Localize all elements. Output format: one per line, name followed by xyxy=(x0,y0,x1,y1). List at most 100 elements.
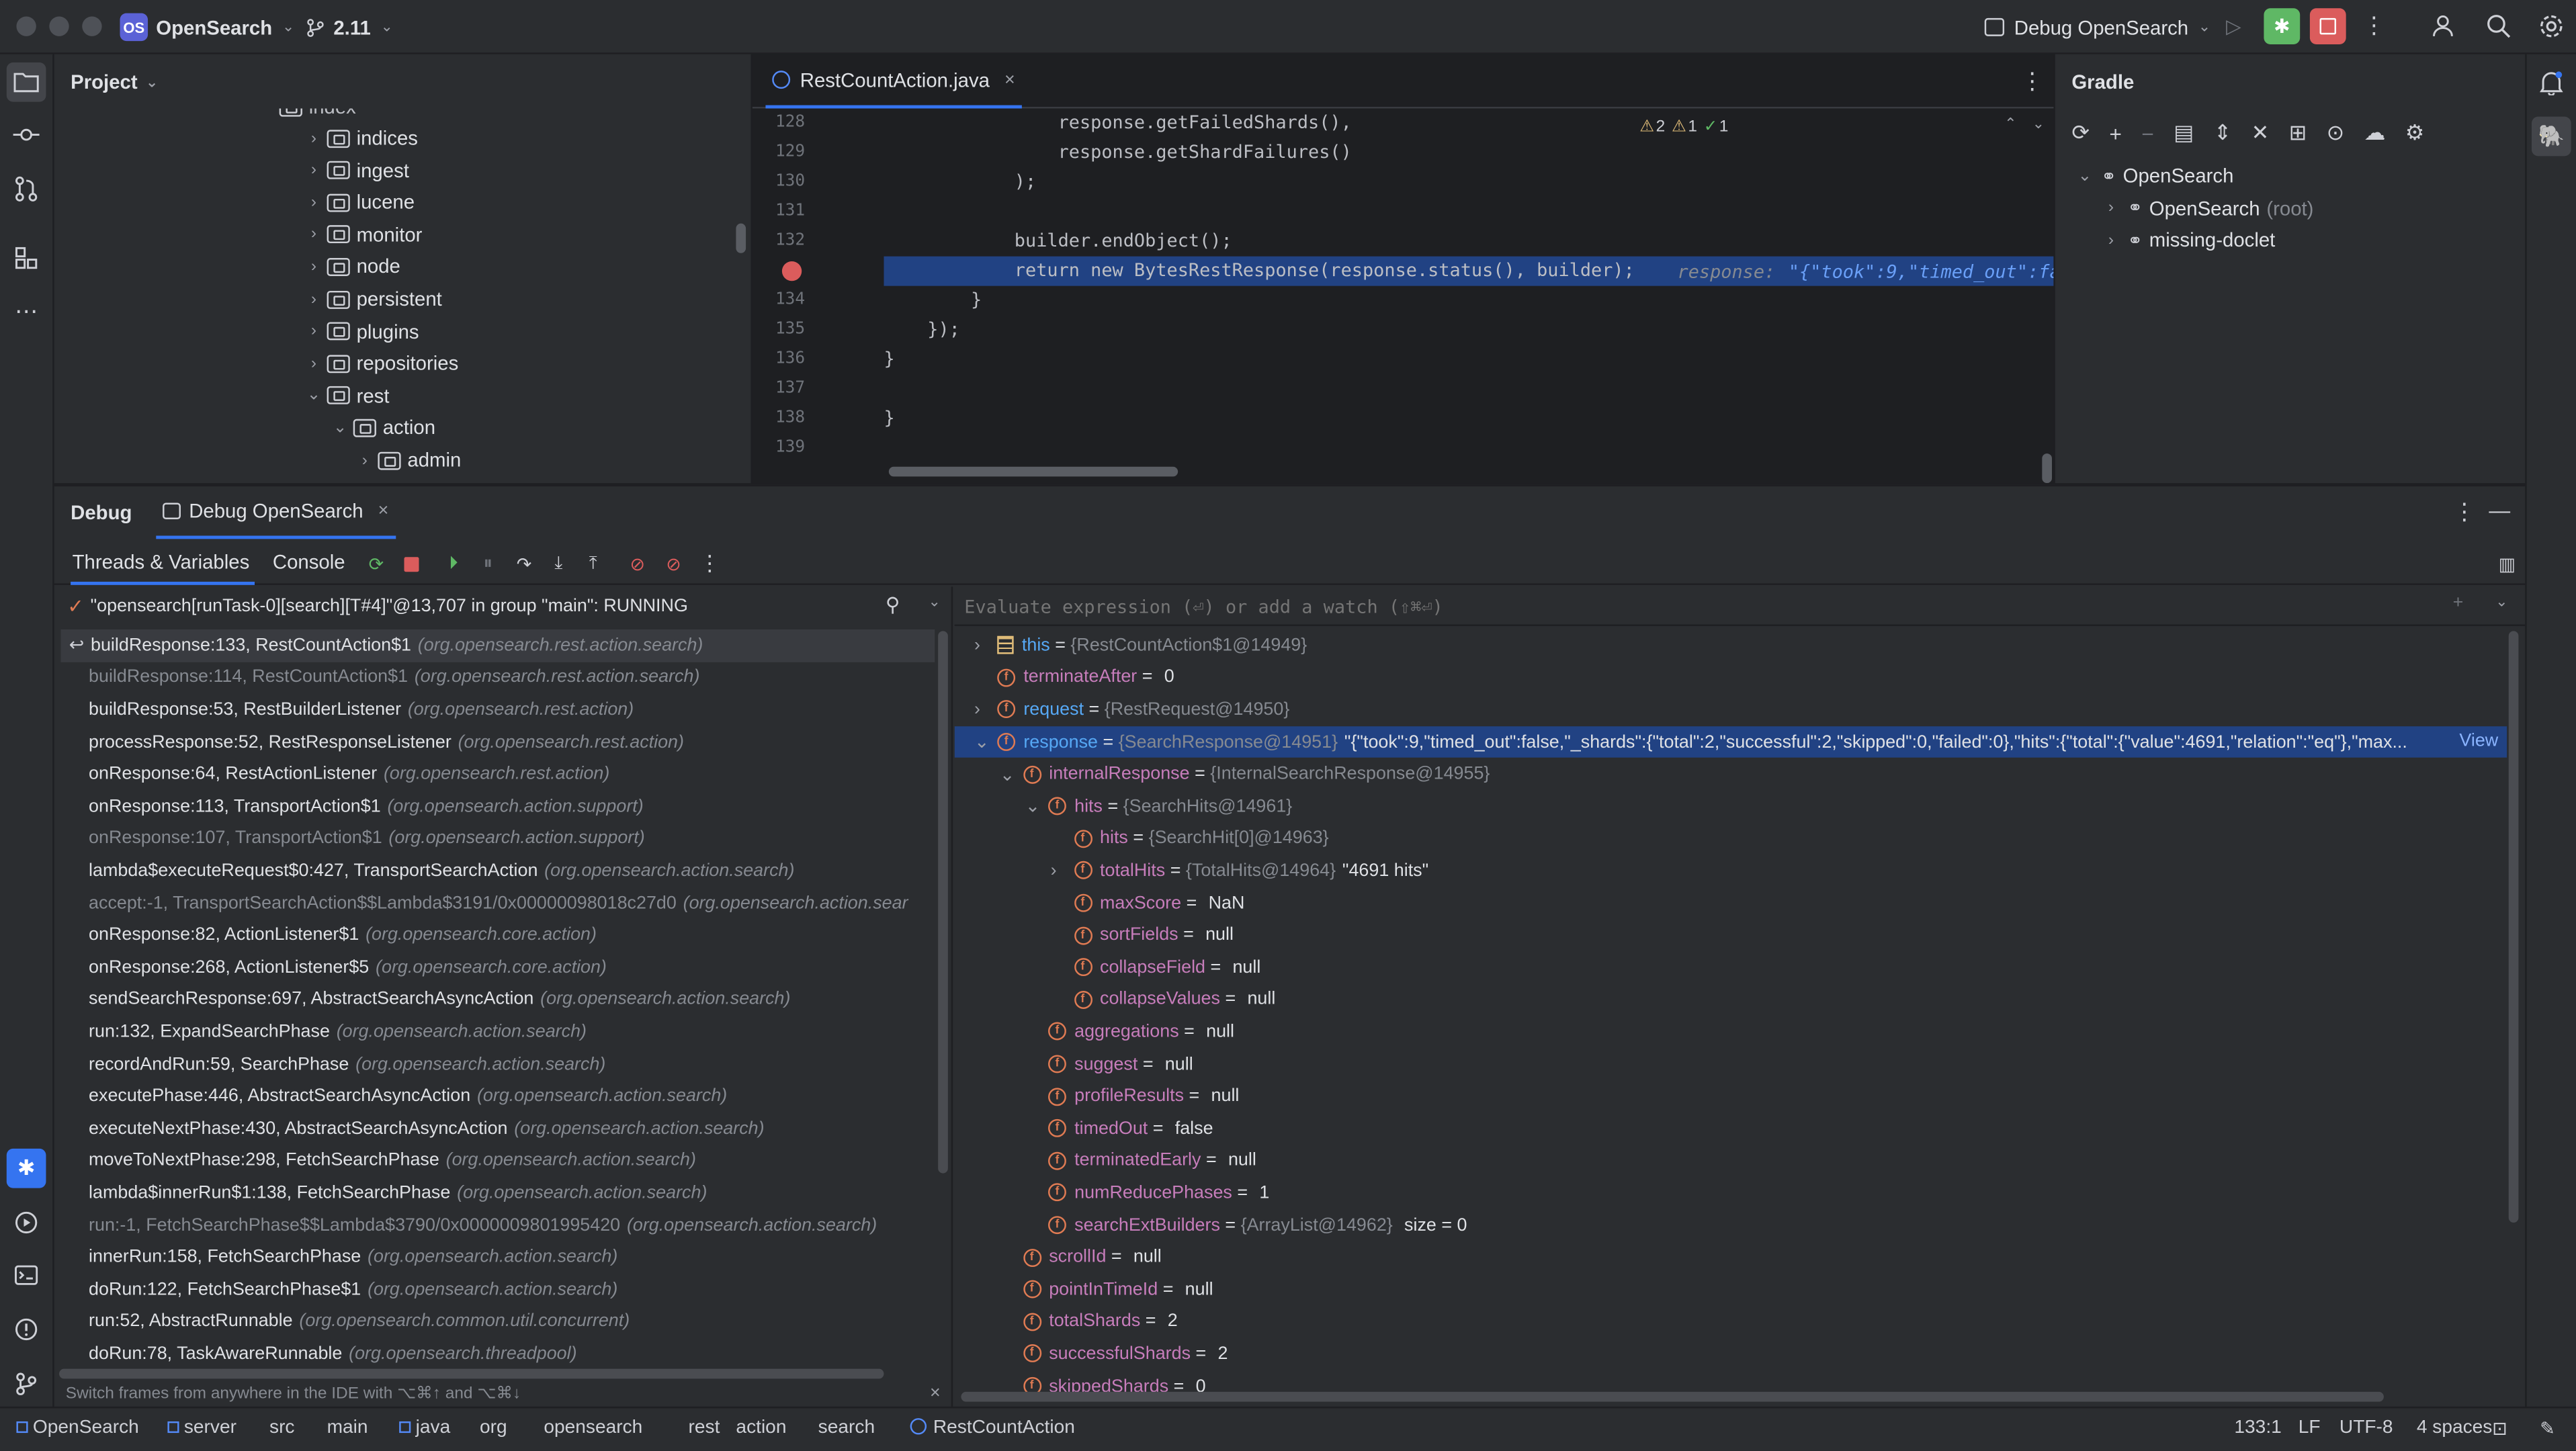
mute-breakpoints-icon[interactable]: ⊘ xyxy=(662,552,685,575)
gradle-tree-item[interactable]: › ⚭ OpenSearch (root) xyxy=(2101,191,2314,224)
project-tool-button[interactable] xyxy=(6,62,46,102)
chevron-right-icon[interactable]: › xyxy=(304,193,323,212)
chevron-down-icon[interactable]: ⌄ xyxy=(1000,764,1023,785)
code-area[interactable]: 128 response.getFailedShards(), 129 respo… xyxy=(753,108,2054,484)
rerun-icon[interactable]: ⟳ xyxy=(365,552,388,575)
stack-frame[interactable]: run:132, ExpandSearchPhase (org.opensearc… xyxy=(89,1016,587,1048)
tab-threads-variables[interactable]: Threads & Variables xyxy=(73,550,250,573)
chevron-right-icon[interactable]: › xyxy=(1051,861,1074,881)
filter-icon[interactable]: ⚲ xyxy=(886,593,900,616)
chevron-down-icon[interactable]: ⌄ xyxy=(304,387,323,405)
chevron-right-icon[interactable]: › xyxy=(304,226,323,244)
problems-tool-button[interactable] xyxy=(7,1310,46,1350)
project-tree-item[interactable]: ⌄ rest xyxy=(304,380,390,412)
stack-frame[interactable]: onResponse:113, TransportAction$1 (org.op… xyxy=(89,791,644,823)
reload-icon[interactable]: ⟳ xyxy=(2071,120,2090,146)
readonly-lock-icon[interactable]: ⊡ xyxy=(2492,1418,2507,1440)
stack-frame[interactable]: buildResponse:114, RestCountAction$1 (org… xyxy=(89,662,699,694)
window-minimize-button[interactable] xyxy=(49,16,69,36)
variable-row[interactable]: f numReducePhases = 1 xyxy=(1025,1177,1269,1209)
editor-horizontal-scrollbar[interactable] xyxy=(888,466,1178,477)
chevron-right-icon[interactable]: › xyxy=(2101,199,2120,217)
breadcrumb-item[interactable]: action xyxy=(736,1418,786,1438)
stack-frame[interactable]: processResponse:52, RestResponseListener… xyxy=(89,726,684,758)
variable-row[interactable]: f collapseField = null xyxy=(1051,951,1260,983)
variable-row[interactable]: ⌄ f internalResponse = {InternalSearchResp… xyxy=(1000,758,1496,791)
branch-switcher[interactable]: 2.11 ⌄ xyxy=(306,13,393,42)
window-zoom-button[interactable] xyxy=(82,16,102,36)
stack-frame[interactable]: lambda$innerRun$1:138, FetchSearchPhase (… xyxy=(89,1177,707,1209)
offline-mode-icon[interactable]: ☁ xyxy=(2364,120,2386,146)
variable-row[interactable]: f terminatedEarly = null xyxy=(1025,1145,1256,1177)
more-vertical-icon[interactable]: ⋮ xyxy=(2362,13,2385,36)
project-tree-item[interactable]: › lucene xyxy=(304,186,415,219)
chevron-down-icon[interactable]: ⌄ xyxy=(2495,593,2507,611)
evaluate-expression-input[interactable] xyxy=(964,591,2443,621)
variable-row[interactable]: f hits = {SearchHit[0]@14963} xyxy=(1051,823,1336,855)
variables-horizontal-scrollbar[interactable] xyxy=(961,1391,2384,1402)
stack-frame[interactable]: executePhase:446, AbstractSearchAsyncAct… xyxy=(89,1080,727,1112)
breadcrumb-item[interactable]: search xyxy=(818,1418,875,1438)
file-encoding[interactable]: UTF-8 xyxy=(2339,1418,2393,1438)
chevron-right-icon[interactable]: › xyxy=(304,258,323,276)
variable-row[interactable]: f terminateAfter = 0 xyxy=(974,662,1174,694)
frames-horizontal-scrollbar[interactable] xyxy=(59,1368,884,1379)
breadcrumb-item[interactable]: opensearch xyxy=(544,1418,642,1438)
more-vertical-icon[interactable]: ⋮ xyxy=(698,550,721,575)
caret-position[interactable]: 133:1 xyxy=(2234,1418,2281,1438)
stack-frame[interactable]: buildResponse:53, RestBuilderListener (or… xyxy=(89,694,634,726)
project-tree-item[interactable]: › repositories xyxy=(304,347,458,380)
view-breakpoints-icon[interactable]: ⊘ xyxy=(626,552,649,575)
stack-frame[interactable]: onResponse:268, ActionListener$5 (org.ope… xyxy=(89,951,607,983)
breakpoint-icon[interactable] xyxy=(781,261,802,281)
stack-frame[interactable]: onResponse:107, TransportAction$1 (org.op… xyxy=(89,823,645,855)
gradle-settings-icon[interactable]: ⚙ xyxy=(2405,120,2425,146)
pause-icon[interactable]: ⏸ xyxy=(476,552,499,575)
chevron-down-icon[interactable]: ⌄ xyxy=(974,732,997,752)
breadcrumb-item[interactable]: rest xyxy=(689,1418,720,1438)
analyze-icon[interactable]: ⊙ xyxy=(2327,120,2345,146)
dependencies-icon[interactable]: ⊞ xyxy=(2289,120,2307,146)
breadcrumb-item[interactable]: src xyxy=(269,1418,295,1438)
stack-frame[interactable]: innerRun:158, FetchSearchPhase (org.opens… xyxy=(89,1241,617,1274)
stack-frame[interactable]: executeNextPhase:430, AbstractSearchAsyn… xyxy=(89,1112,765,1145)
view-value-link[interactable]: View xyxy=(2459,731,2498,750)
remove-icon[interactable]: − xyxy=(2141,121,2154,146)
breadcrumb-item[interactable]: RestCountAction xyxy=(910,1418,1075,1438)
chevron-down-icon[interactable]: ⌄ xyxy=(1025,796,1048,817)
more-tools-icon[interactable]: ⋯ xyxy=(7,291,46,331)
stack-frame[interactable]: accept:-1, TransportSearchAction$$Lambda… xyxy=(89,887,908,919)
add-icon[interactable]: + xyxy=(2109,121,2122,146)
indent-setting[interactable]: 4 spaces xyxy=(2417,1418,2493,1438)
variable-row[interactable]: f successfulShards = 2 xyxy=(1000,1338,1228,1370)
variable-row[interactable]: › f request = {RestRequest@14950} xyxy=(974,694,1296,726)
chevron-right-icon[interactable]: › xyxy=(2101,231,2120,249)
run-config-selector[interactable]: Debug OpenSearch ⌄ xyxy=(1984,13,2210,42)
run-icon[interactable]: ▷ xyxy=(2226,15,2249,38)
more-vertical-icon[interactable]: ⋮ xyxy=(2021,69,2044,92)
gradle-tree-item[interactable]: › ⚭ missing-doclet xyxy=(2101,224,2282,257)
variable-row[interactable]: › f totalHits = {TotalHits@14964} "4691 hit… xyxy=(1051,854,1429,887)
variable-row[interactable]: f totalShards = 2 xyxy=(1000,1306,1178,1338)
search-icon[interactable] xyxy=(2486,13,2512,44)
chevron-right-icon[interactable]: › xyxy=(974,635,997,655)
chevron-right-icon[interactable]: › xyxy=(974,700,997,719)
thread-selector[interactable]: ✓ "opensearch[runTask-0][search][T#4]"@1… xyxy=(67,592,688,621)
add-user-icon[interactable] xyxy=(2432,13,2458,44)
add-watch-icon[interactable]: + xyxy=(2453,593,2464,613)
stack-frame[interactable]: recordAndRun:59, SearchPhase (org.opensea… xyxy=(89,1048,605,1080)
structure-tool-button[interactable] xyxy=(7,238,46,278)
chevron-down-icon[interactable]: ⌄ xyxy=(330,419,349,437)
breadcrumb-item[interactable]: OpenSearch xyxy=(16,1418,139,1438)
stack-frame[interactable]: doRun:122, FetchSearchPhase$1 (org.opense… xyxy=(89,1274,617,1306)
frames-scrollbar[interactable] xyxy=(938,631,948,1174)
gradle-tool-button[interactable]: 🐘 xyxy=(2531,116,2571,157)
resume-icon[interactable]: ⏵ xyxy=(442,552,465,575)
project-tree-item[interactable]: › indices xyxy=(304,122,418,155)
collapse-all-icon[interactable]: ✕ xyxy=(2251,120,2270,146)
variable-row[interactable]: f pointInTimeId = null xyxy=(1000,1274,1213,1306)
pull-requests-tool-button[interactable] xyxy=(7,169,46,209)
close-icon[interactable]: × xyxy=(378,501,389,521)
variable-row[interactable]: f skippedShards = 0 xyxy=(1000,1370,1206,1392)
breadcrumb-item[interactable]: server xyxy=(167,1418,237,1438)
